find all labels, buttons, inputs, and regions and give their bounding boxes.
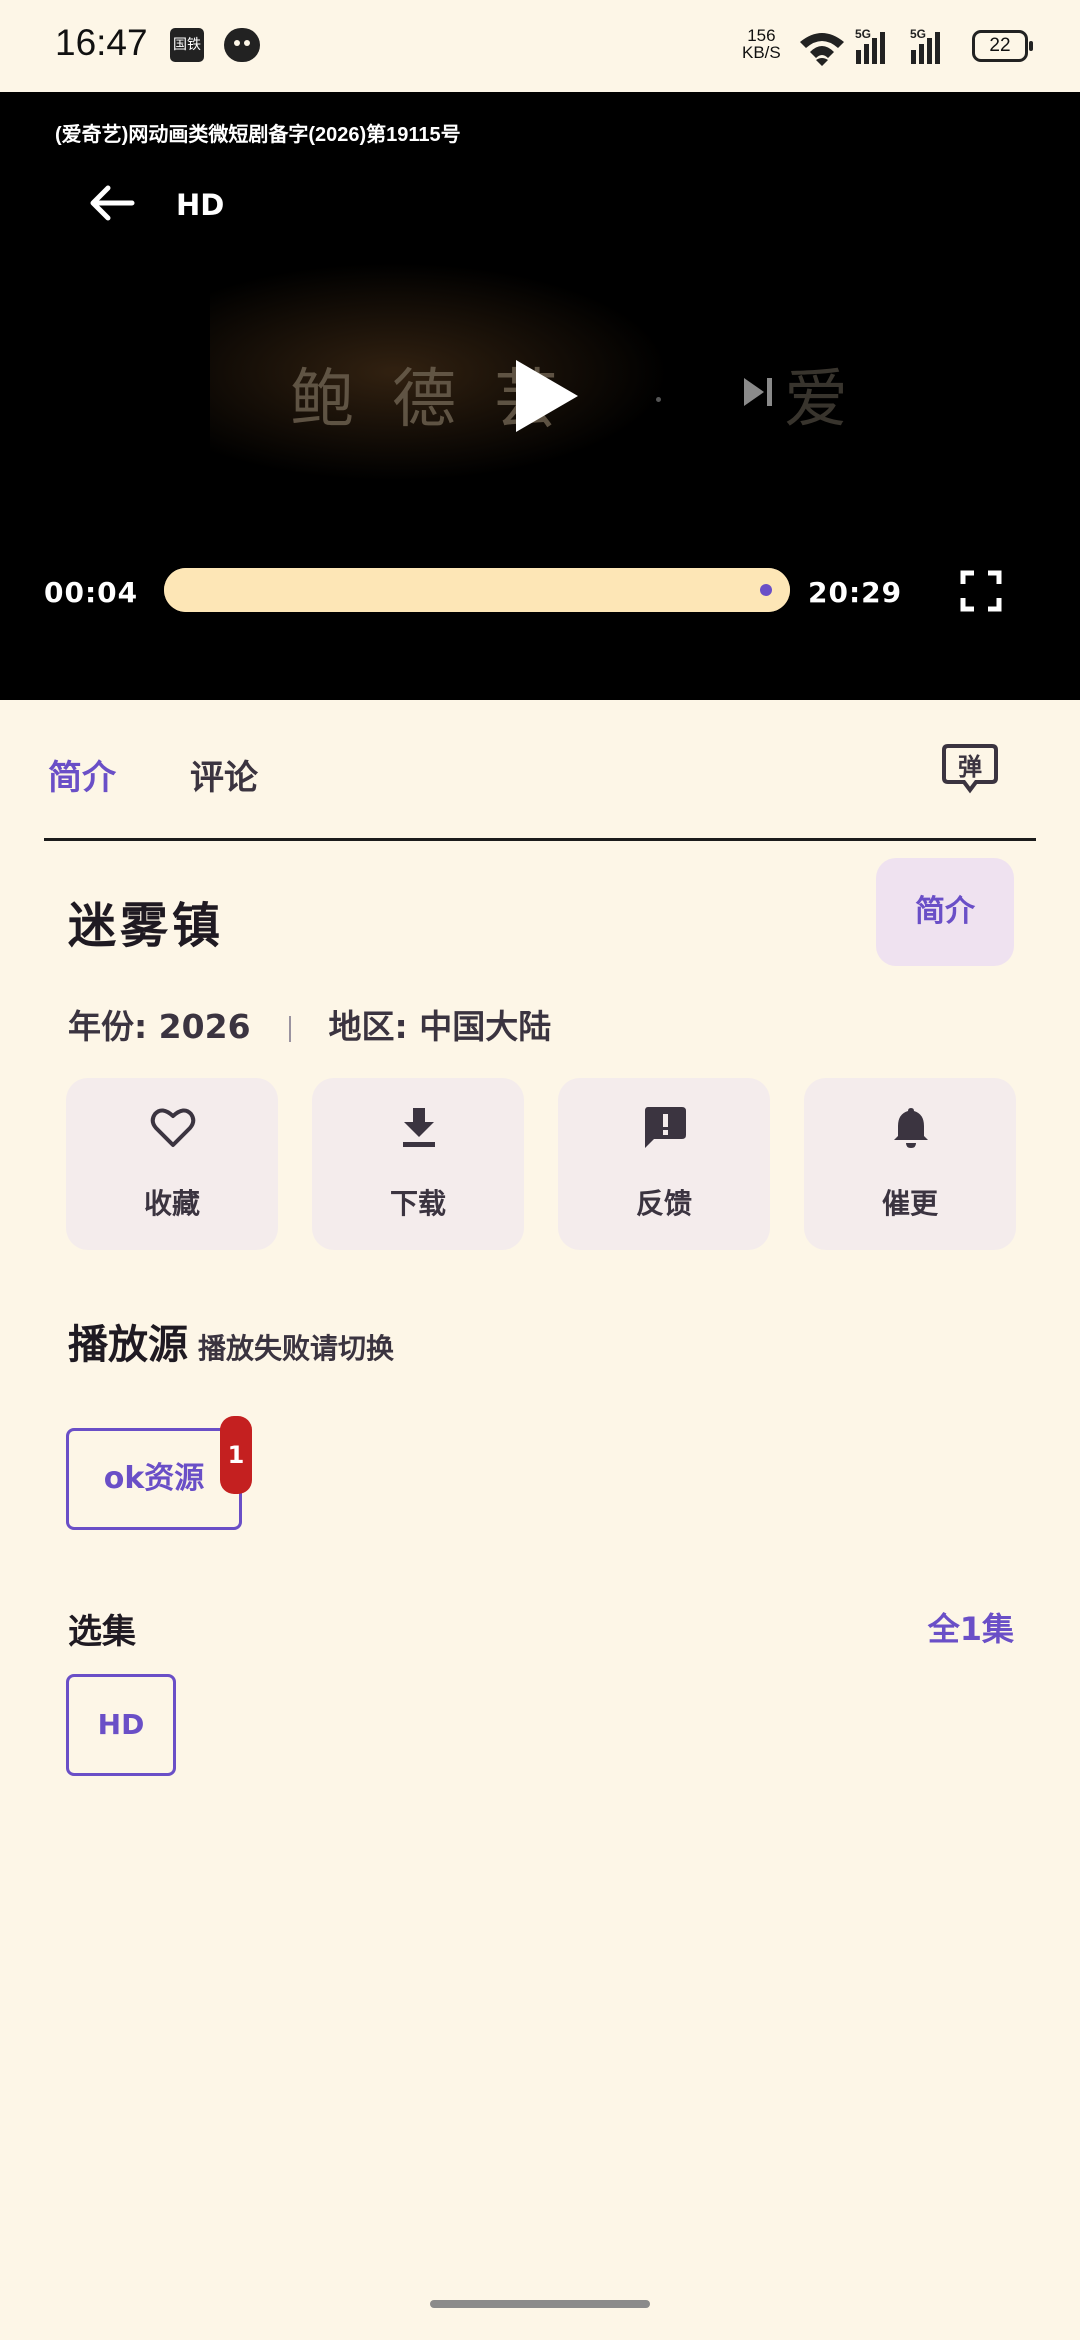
feedback-label: 反馈 xyxy=(635,1187,692,1220)
download-label: 下载 xyxy=(389,1187,446,1220)
episodes-title: 选集 xyxy=(68,1612,136,1652)
action-row: 收藏 下载 反馈 催更 xyxy=(66,1078,1016,1250)
frame-dot xyxy=(656,397,661,402)
battery-icon: 22 xyxy=(972,30,1033,62)
video-frame-title-right: 爱 xyxy=(784,363,848,437)
fullscreen-icon[interactable] xyxy=(960,570,1002,612)
network-label-1: 5G xyxy=(855,27,871,41)
source-option[interactable]: ok资源 xyxy=(66,1428,242,1530)
network-speed: 156 KB/S xyxy=(742,26,781,62)
next-episode-icon[interactable] xyxy=(740,374,776,410)
license-text: (爱奇艺)网动画类微短剧备字(2026)第19115号 xyxy=(55,124,461,146)
tab-comments[interactable]: 评论 xyxy=(190,750,258,799)
download-button[interactable]: 下载 xyxy=(312,1078,524,1250)
status-bar: 16:47 国铁 156 KB/S 5G 5G 22 xyxy=(0,0,1080,92)
episodes-count[interactable]: 全1集 xyxy=(928,1604,1014,1650)
status-time: 16:47 xyxy=(55,22,148,63)
feedback-icon xyxy=(645,1107,686,1148)
railway-app-icon: 国铁 xyxy=(170,28,204,62)
danmaku-label: 弹 xyxy=(958,753,982,781)
current-time: 00:04 xyxy=(44,576,139,609)
download-icon xyxy=(403,1108,435,1147)
meta-divider xyxy=(288,1015,291,1042)
wifi-icon xyxy=(800,33,844,66)
quality-label[interactable]: HD xyxy=(176,188,224,222)
show-title: 迷雾镇 xyxy=(68,898,225,954)
episode-item[interactable]: HD xyxy=(66,1674,176,1776)
year-label: 年份: 2026 xyxy=(68,1007,251,1046)
intro-button[interactable]: 简介 xyxy=(876,858,1014,966)
feedback-button[interactable]: 反馈 xyxy=(558,1078,770,1250)
signal-icons: 5G 5G xyxy=(800,27,940,66)
source-title: 播放源 xyxy=(68,1322,188,1368)
show-meta: 年份: 2026 地区: 中国大陆 xyxy=(68,1000,551,1048)
back-arrow-icon[interactable] xyxy=(84,176,138,230)
total-time: 20:29 xyxy=(808,576,903,609)
progress-bar[interactable] xyxy=(164,568,790,612)
source-count-badge: 1 xyxy=(220,1416,252,1494)
danmaku-icon[interactable]: 弹 xyxy=(942,742,998,794)
favorite-label: 收藏 xyxy=(143,1187,200,1220)
tab-intro[interactable]: 简介 xyxy=(48,750,116,799)
source-hint: 播放失败请切换 xyxy=(198,1332,395,1365)
play-icon[interactable] xyxy=(512,356,582,436)
bell-icon xyxy=(894,1108,928,1148)
network-label-2: 5G xyxy=(910,27,926,41)
update-reminder-label: 催更 xyxy=(881,1187,938,1220)
source-header: 播放源 播放失败请切换 xyxy=(68,1312,394,1370)
update-reminder-button[interactable]: 催更 xyxy=(804,1078,1016,1250)
region-label: 地区: 中国大陆 xyxy=(328,1007,552,1046)
video-player[interactable]: (爱奇艺)网动画类微短剧备字(2026)第19115号 HD 鲍德芸 爱 00:… xyxy=(0,92,1080,700)
progress-fill xyxy=(164,568,790,612)
favorite-button[interactable]: 收藏 xyxy=(66,1078,278,1250)
heart-icon xyxy=(150,1108,196,1147)
home-indicator[interactable] xyxy=(430,2300,650,2308)
chat-app-icon xyxy=(224,28,260,62)
content-tabs: 简介 评论 弹 xyxy=(44,700,1036,841)
